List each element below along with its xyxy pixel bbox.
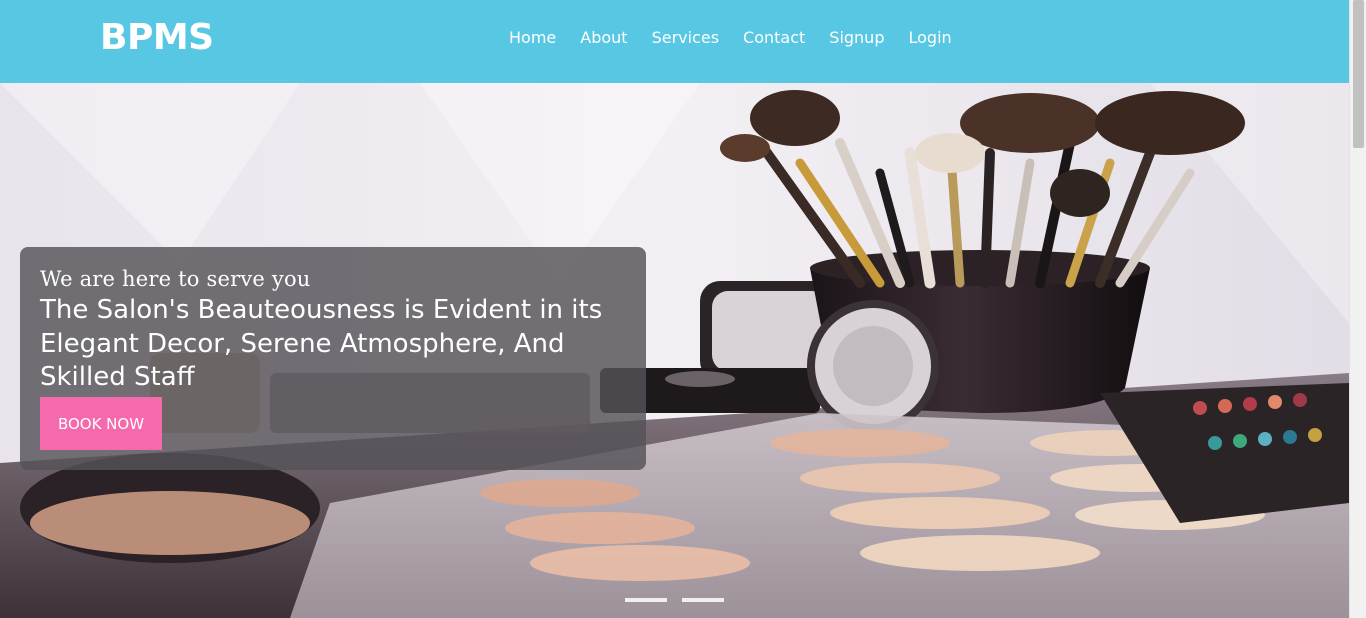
hero-caption: We are here to serve you The Salon's Bea…: [20, 247, 646, 470]
book-now-button[interactable]: BOOK NOW: [40, 397, 162, 450]
scrollbar-thumb[interactable]: [1353, 0, 1364, 148]
hero-subtitle: We are here to serve you: [40, 267, 311, 291]
brand-logo[interactable]: BPMS: [100, 16, 214, 60]
nav-home-link[interactable]: Home: [509, 26, 556, 50]
nav-signup-link[interactable]: Signup: [829, 26, 884, 50]
carousel-indicator-1[interactable]: [625, 598, 667, 602]
carousel-indicators: [625, 598, 739, 602]
nav-services-link[interactable]: Services: [652, 26, 719, 50]
hero-carousel: We are here to serve you The Salon's Bea…: [0, 83, 1349, 618]
nav-contact-link[interactable]: Contact: [743, 26, 805, 50]
navbar: BPMS Home About Services Contact Signup …: [0, 0, 1349, 83]
carousel-indicator-2[interactable]: [682, 598, 724, 602]
nav-about-link[interactable]: About: [580, 26, 627, 50]
page-scrollbar[interactable]: [1349, 0, 1366, 618]
hero-title: The Salon's Beauteousness is Evident in …: [40, 295, 603, 392]
nav-login-link[interactable]: Login: [908, 26, 951, 50]
nav-menu: Home About Services Contact Signup Login: [509, 26, 976, 50]
